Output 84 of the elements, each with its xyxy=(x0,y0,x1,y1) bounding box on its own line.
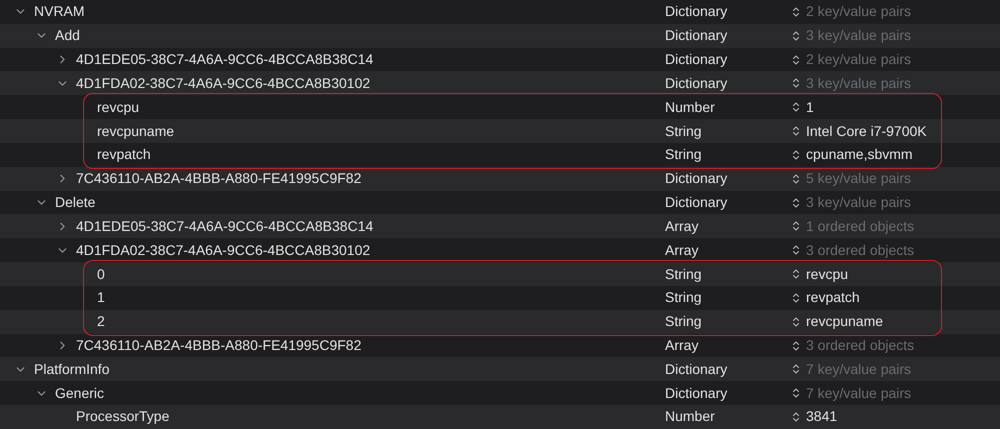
value-text: 1 ordered objects xyxy=(806,216,914,236)
key-text: 0 xyxy=(97,264,105,284)
stepper-icon[interactable] xyxy=(790,316,802,328)
key-text: Generic xyxy=(55,384,104,403)
value-text: 3841 xyxy=(806,407,838,426)
value-text: 3 key/value pairs xyxy=(806,193,912,212)
type-text: Number xyxy=(665,98,716,117)
type-text: Dictionary xyxy=(665,169,728,188)
stepper-icon[interactable] xyxy=(790,172,802,185)
value-text: revcpu xyxy=(806,264,848,284)
stepper-icon[interactable] xyxy=(790,101,802,114)
stepper-icon[interactable] xyxy=(790,6,802,18)
tree-row[interactable]: Add Dictionary 3 key/value pairs xyxy=(0,24,1000,48)
stepper-icon[interactable] xyxy=(790,268,802,280)
value-text: 1 xyxy=(806,98,814,117)
key-text: PlatformInfo xyxy=(34,360,110,379)
value-text: cpuname,sbvmm xyxy=(806,145,913,164)
key-text: NVRAM xyxy=(34,2,85,22)
stepper-icon[interactable] xyxy=(790,77,802,90)
key-text: ProcessorType xyxy=(76,407,170,426)
type-text: String xyxy=(665,264,703,284)
stepper-icon[interactable] xyxy=(790,148,802,161)
type-text: Dictionary xyxy=(665,360,728,379)
value-text: Intel Core i7-9700K xyxy=(806,122,927,141)
key-text: 4D1EDE05-38C7-4A6A-9CC6-4BCCA8B38C14 xyxy=(76,50,374,70)
type-text: Dictionary xyxy=(665,74,728,93)
stepper-icon[interactable] xyxy=(790,410,802,423)
type-text: Array xyxy=(665,216,700,236)
value-text: 5 key/value pairs xyxy=(806,169,912,188)
tree-row[interactable]: PlatformInfo Dictionary 7 key/value pairs xyxy=(0,357,1000,382)
value-text: revcpuname xyxy=(806,312,884,332)
stepper-icon[interactable] xyxy=(790,125,802,138)
value-text: 7 key/value pairs xyxy=(806,384,912,403)
stepper-icon[interactable] xyxy=(790,244,802,256)
type-text: Dictionary xyxy=(665,193,728,212)
key-text: revcpuname xyxy=(97,122,174,141)
value-text: 3 ordered objects xyxy=(806,336,914,355)
value-text: 2 key/value pairs xyxy=(806,2,912,22)
type-text: String xyxy=(665,288,703,308)
tree-row[interactable]: 7C436110-AB2A-4BBB-A880-FE41995C9F82 Dictionary 5 key/value pairs xyxy=(0,166,1000,191)
tree-row[interactable]: 4D1EDE05-38C7-4A6A-9CC6-4BCCA8B38C14 Array 1 ordered objects xyxy=(0,214,1000,238)
value-text: 3 ordered objects xyxy=(806,240,914,260)
stepper-icon[interactable] xyxy=(790,30,802,42)
value-text: 2 key/value pairs xyxy=(806,50,912,70)
key-text: 1 xyxy=(97,288,105,308)
tree-row[interactable]: Delete Dictionary 3 key/value pairs xyxy=(0,190,1000,214)
key-text: revcpu xyxy=(97,98,140,117)
key-text: Add xyxy=(55,26,80,46)
key-text: 4D1FDA02-38C7-4A6A-9CC6-4BCCA8B30102 xyxy=(76,74,370,93)
stepper-icon[interactable] xyxy=(790,387,802,400)
tree-row[interactable]: 4D1FDA02-38C7-4A6A-9CC6-4BCCA8B30102 Dictionary 3 key/value pairs xyxy=(0,71,1000,96)
type-text: String xyxy=(665,122,703,141)
type-text: Number xyxy=(665,407,716,426)
value-text: 3 key/value pairs xyxy=(806,74,912,93)
stepper-icon[interactable] xyxy=(790,363,802,376)
type-text: Dictionary xyxy=(665,26,728,46)
tree-row[interactable]: 2 String revcpuname xyxy=(0,310,1000,334)
key-text: 4D1FDA02-38C7-4A6A-9CC6-4BCCA8B30102 xyxy=(76,240,370,260)
stepper-icon[interactable] xyxy=(790,196,802,209)
key-text: 4D1EDE05-38C7-4A6A-9CC6-4BCCA8B38C14 xyxy=(76,216,374,236)
stepper-icon[interactable] xyxy=(790,340,802,352)
type-text: Dictionary xyxy=(665,50,728,70)
key-text: 7C436110-AB2A-4BBB-A880-FE41995C9F82 xyxy=(76,336,362,355)
tree-row[interactable]: ProcessorType Number 3841 xyxy=(0,405,1000,429)
type-text: Dictionary xyxy=(665,384,728,403)
stepper-icon[interactable] xyxy=(790,220,802,232)
value-text: 3 key/value pairs xyxy=(806,26,912,46)
key-text: Delete xyxy=(55,193,96,212)
key-text: revpatch xyxy=(97,145,151,164)
tree-row[interactable]: 4D1EDE05-38C7-4A6A-9CC6-4BCCA8B38C14 Dictionary 2 key/value pairs xyxy=(0,48,1000,72)
value-text: 7 key/value pairs xyxy=(806,360,912,379)
stepper-icon[interactable] xyxy=(790,54,802,66)
type-text: Array xyxy=(665,336,700,355)
key-text: 7C436110-AB2A-4BBB-A880-FE41995C9F82 xyxy=(76,169,362,188)
key-text: 2 xyxy=(97,312,105,332)
type-text: Dictionary xyxy=(665,2,728,22)
type-text: String xyxy=(665,145,703,164)
tree-row[interactable]: 0 String revcpu xyxy=(0,262,1000,286)
tree-row[interactable]: 7C436110-AB2A-4BBB-A880-FE41995C9F82 Array 3 ordered objects xyxy=(0,334,1000,358)
tree-row[interactable]: revcpuname String Intel Core i7-9700K xyxy=(0,119,1000,143)
type-text: Array xyxy=(665,240,700,260)
value-text: revpatch xyxy=(806,288,860,308)
type-text: String xyxy=(665,312,703,332)
stepper-icon[interactable] xyxy=(790,292,802,304)
